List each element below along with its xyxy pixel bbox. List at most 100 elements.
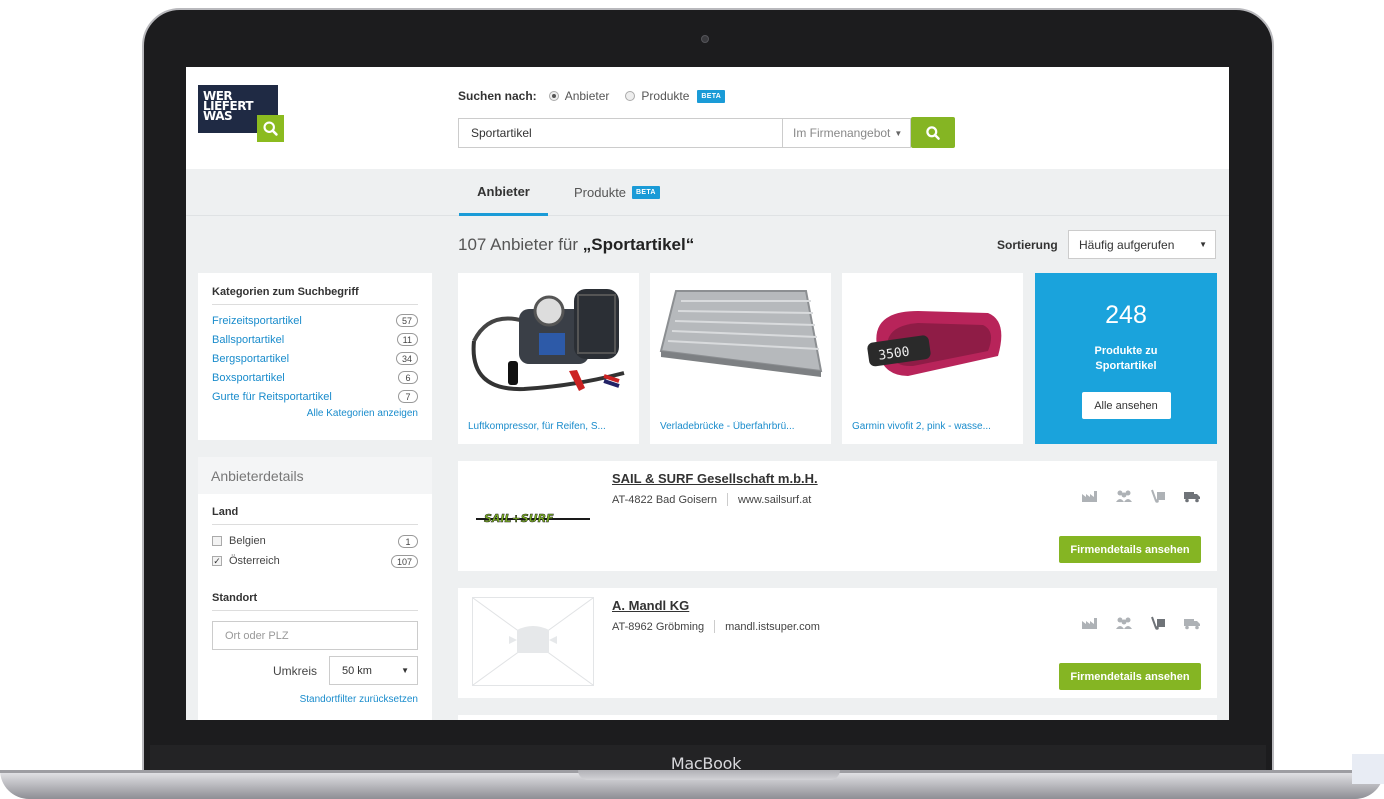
category-item[interactable]: Boxsportartikel 6: [212, 368, 418, 387]
category-item[interactable]: Bergsportartikel 34: [212, 349, 418, 368]
product-summary-line: Sportartikel: [1095, 360, 1157, 372]
product-caption[interactable]: Verladebrücke - Überfahrbrü...: [660, 421, 825, 432]
manufacturer-icon: [1082, 491, 1097, 502]
company-website-link[interactable]: mandl.istsuper.com: [725, 621, 820, 633]
view-all-products-button[interactable]: Alle ansehen: [1081, 392, 1171, 419]
company-card: SAIL+SURF SAIL & SURF Gesellschaft m.b.H…: [458, 461, 1217, 571]
laptop-notch: [578, 770, 840, 780]
category-item[interactable]: Gurte für Reitsportartikel 7: [212, 387, 418, 406]
company-logo-placeholder[interactable]: [472, 597, 594, 686]
beta-badge: BETA: [632, 186, 660, 199]
country-filter-left: ✓ Österreich: [212, 555, 280, 567]
count-badge: 1: [398, 534, 418, 548]
country-filter-left: Belgien: [212, 535, 266, 547]
company-address-row: AT-4822 Bad Goisern www.sailsurf.at: [612, 493, 811, 506]
radius-dropdown[interactable]: 50 km ▼: [329, 656, 418, 685]
search-mode-row: Suchen nach: Anbieter Produkte BETA: [458, 89, 726, 103]
tab-produkte[interactable]: Produkte BETA: [574, 169, 660, 216]
country-label: Belgien: [229, 535, 266, 547]
category-link[interactable]: Ballsportartikel: [212, 334, 284, 346]
checkbox-checked[interactable]: ✓: [212, 556, 222, 566]
country-label: Österreich: [229, 555, 280, 567]
wholesaler-icon: [1151, 489, 1165, 503]
country-filter-belgien[interactable]: Belgien 1: [212, 531, 418, 551]
product-caption[interactable]: Luftkompressor, für Reifen, S...: [468, 421, 633, 432]
browser-screen: WER LIEFERT WAS Suchen nach: Anbieter Pr…: [186, 67, 1229, 720]
results-tabbar: Anbieter Produkte BETA: [186, 169, 1229, 216]
product-summary-text: Produkte zu Sportartikel: [1035, 344, 1217, 374]
laptop-mockup: MacBook WER LIEFERT WAS Suchen nach: Anb…: [0, 0, 1384, 799]
company-address-row: AT-8962 Gröbming mandl.istsuper.com: [612, 620, 820, 633]
company-details-button[interactable]: Firmendetails ansehen: [1059, 663, 1201, 690]
company-details-button[interactable]: Firmendetails ansehen: [1059, 536, 1201, 563]
site-logo[interactable]: WER LIEFERT WAS: [198, 85, 284, 143]
provider-details-panel: Anbieterdetails Land Belgien 1 ✓ Österrei…: [198, 457, 432, 720]
service-team-icon: [1116, 617, 1132, 629]
search-mode-label: Suchen nach:: [458, 89, 537, 103]
search-icon: [926, 125, 940, 140]
sort-label: Sortierung: [997, 238, 1058, 252]
company-name-link[interactable]: SAIL & SURF Gesellschaft m.b.H.: [612, 471, 818, 486]
caret-down-icon: ▼: [894, 128, 903, 138]
product-image-compressor: [458, 273, 639, 408]
company-website-link[interactable]: www.sailsurf.at: [738, 494, 811, 506]
count-badge: 107: [390, 554, 418, 568]
search-button[interactable]: [911, 117, 955, 148]
category-link[interactable]: Bergsportartikel: [212, 353, 289, 365]
category-link[interactable]: Gurte für Reitsportartikel: [212, 391, 332, 403]
country-filter-oesterreich[interactable]: ✓ Österreich 107: [212, 551, 418, 571]
count-badge: 7: [398, 390, 418, 403]
categories-panel: Kategorien zum Suchbegriff Freizeitsport…: [198, 273, 432, 440]
radio-produkte-label[interactable]: Produkte: [641, 89, 689, 103]
tab-anbieter[interactable]: Anbieter: [459, 169, 548, 216]
divider: [714, 620, 716, 633]
place-input[interactable]: Ort oder PLZ: [212, 621, 418, 650]
caret-down-icon: ▼: [401, 666, 409, 675]
search-scope-dropdown[interactable]: Im Firmenangebot ▼: [782, 118, 911, 148]
tab-produkte-label: Produkte: [574, 185, 627, 200]
product-card[interactable]: Verladebrücke - Überfahrbrü...: [650, 273, 831, 444]
product-image-ramp: [650, 273, 831, 408]
tab-anbieter-label: Anbieter: [477, 183, 530, 199]
product-caption[interactable]: Garmin vivofit 2, pink - wasse...: [852, 421, 1017, 432]
logo-search-icon: [257, 115, 284, 142]
category-item[interactable]: Ballsportartikel 11: [212, 330, 418, 349]
radio-produkte[interactable]: [625, 91, 636, 101]
checkbox[interactable]: [212, 536, 222, 546]
service-team-icon: [1116, 490, 1132, 502]
standort-title: Standort: [212, 592, 418, 611]
radius-label: Umkreis: [273, 663, 317, 678]
reset-location-filter-link[interactable]: Standortfilter zurücksetzen: [212, 694, 418, 705]
product-card[interactable]: 3500 Garmin vivofit 2, pink - wasse...: [842, 273, 1023, 444]
caret-down-icon: ▼: [1199, 240, 1207, 249]
show-all-categories-link[interactable]: Alle Kategorien anzeigen: [212, 408, 418, 419]
results-term: „Sportartikel“: [582, 235, 695, 254]
company-name-link[interactable]: A. Mandl KG: [612, 598, 689, 613]
details-body: Land Belgien 1 ✓ Österreich 107 Standort …: [198, 494, 432, 717]
sort-dropdown[interactable]: Häufig aufgerufen ▼: [1068, 230, 1216, 259]
product-summary-line: Produkte zu: [1094, 345, 1158, 357]
count-badge: 11: [396, 333, 418, 346]
radius-row: Umkreis 50 km ▼: [212, 656, 418, 685]
category-link[interactable]: Freizeitsportartikel: [212, 315, 302, 327]
divider: [726, 493, 728, 506]
product-summary-card: 248 Produkte zu Sportartikel Alle ansehe…: [1035, 273, 1217, 444]
product-image-fitness-band: 3500: [842, 273, 1023, 408]
radio-anbieter-label[interactable]: Anbieter: [565, 89, 610, 103]
product-card[interactable]: Luftkompressor, für Reifen, S...: [458, 273, 639, 444]
category-item[interactable]: Freizeitsportartikel 57: [212, 311, 418, 330]
count-badge: 6: [398, 371, 418, 384]
company-logo-sailsurf[interactable]: SAIL+SURF: [472, 470, 594, 559]
delivery-truck-icon: [1184, 619, 1200, 630]
company-card: A. Mandl KG AT-8962 Gröbming mandl.istsu…: [458, 588, 1217, 698]
category-link[interactable]: Boxsportartikel: [212, 372, 285, 384]
radio-anbieter[interactable]: [548, 91, 559, 101]
search-scope-value: Im Firmenangebot: [793, 126, 891, 140]
search-input[interactable]: Sportartikel: [458, 118, 782, 148]
sort-value: Häufig aufgerufen: [1079, 237, 1175, 252]
company-address: AT-4822 Bad Goisern: [612, 493, 717, 506]
delivery-truck-icon: [1184, 492, 1200, 503]
manufacturer-icon: [1082, 618, 1097, 629]
results-count-text: 107 Anbieter für: [458, 235, 583, 254]
background-decoration: [1352, 754, 1384, 784]
